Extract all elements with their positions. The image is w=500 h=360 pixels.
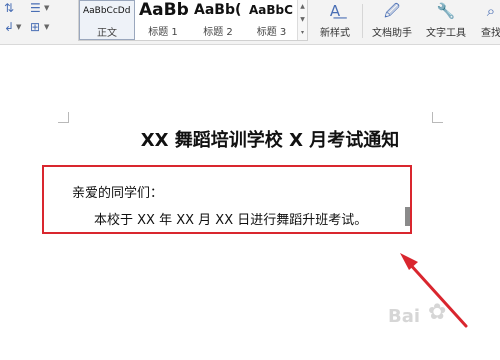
- arrow-head: [400, 253, 418, 270]
- watermark-text: Bai: [388, 306, 421, 327]
- pointer-arrow: [400, 253, 468, 328]
- paw-logo-icon: ✿: [428, 300, 447, 325]
